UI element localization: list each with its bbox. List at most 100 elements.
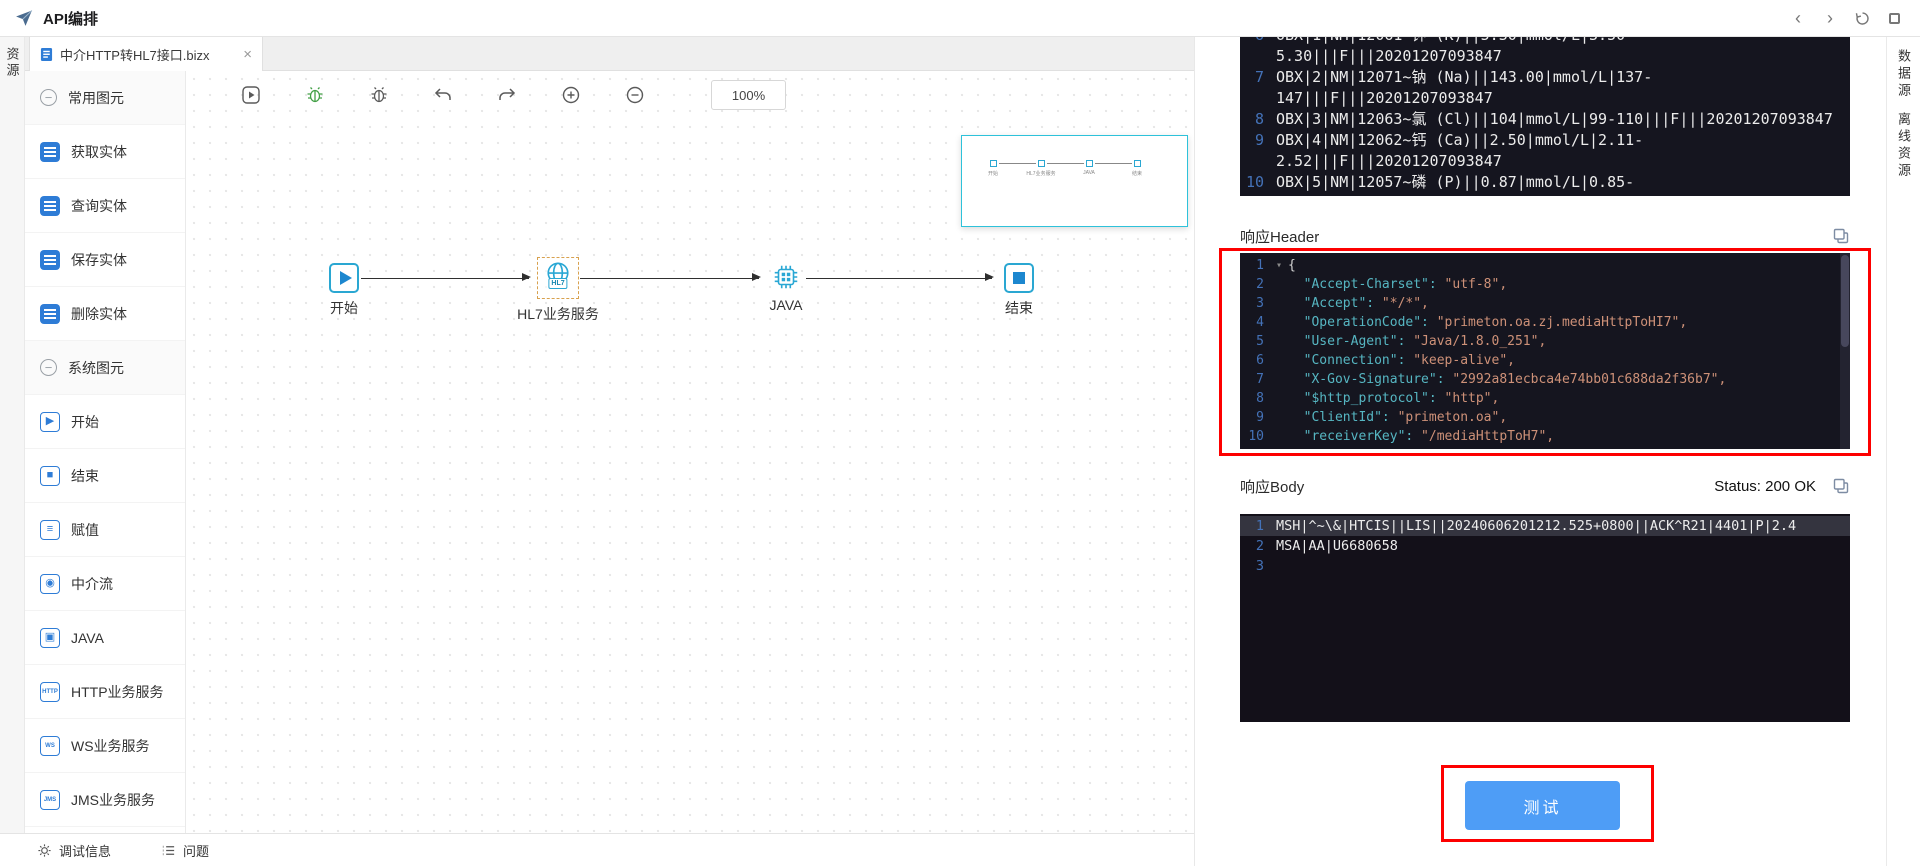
- palette-item[interactable]: 删除实体: [25, 287, 185, 341]
- chevron-right-icon[interactable]: ›: [1818, 6, 1842, 30]
- code-line: 10 "receiverKey": "/mediaHttpToH7",: [1240, 427, 1850, 446]
- app-title: API编排: [43, 8, 98, 29]
- code-line: 147|||F|||20201207093847: [1240, 88, 1850, 109]
- code-line: 9 "ClientId": "primeton.oa",: [1240, 408, 1850, 427]
- minimap-label: 开始: [988, 170, 998, 177]
- code-line: 2 "Accept-Charset": "utf-8",: [1240, 275, 1850, 294]
- palette-item[interactable]: HTTP HTTP业务服务: [25, 665, 185, 719]
- app-logo-icon: [14, 8, 34, 28]
- zoom-out-icon[interactable]: [625, 85, 645, 105]
- response-preview-code[interactable]: 6OBX|1|NM|12061~钾 (K)||5.30|mmol/L|3.50-…: [1240, 37, 1850, 196]
- palette-item-label: 删除实体: [71, 304, 127, 324]
- code-line: 7 "X-Gov-Signature": "2992a81ecbca4e74bb…: [1240, 370, 1850, 389]
- palette-item[interactable]: ◉ 中介流: [25, 557, 185, 611]
- code-line: 7OBX|2|NM|12071~钠 (Na)||143.00|mmol/L|13…: [1240, 67, 1850, 88]
- undo-icon[interactable]: [433, 85, 453, 105]
- code-line: 10OBX|5|NM|12057~磷 (P)||0.87|mmol/L|0.85…: [1240, 172, 1850, 193]
- minimap-node: [1086, 160, 1093, 167]
- problems-button[interactable]: 问题: [161, 841, 209, 860]
- copy-icon[interactable]: [1832, 227, 1850, 245]
- code-line: 11 "Content-Type": "text/html;charset=ut…: [1240, 446, 1850, 449]
- palette-item-label: 赋值: [71, 520, 99, 540]
- response-body-title: 响应Body: [1240, 476, 1304, 497]
- run-icon[interactable]: [241, 85, 261, 105]
- flow-canvas[interactable]: 100% 开始 HL7 HL7业务服务 JAVA 结束 开始 HL7业务服务 J…: [186, 71, 1194, 833]
- node-label: 结束: [1005, 298, 1033, 318]
- right-rail: 数据源 离线资源: [1886, 37, 1920, 866]
- code-line: 1.51|||F|||20201207093847: [1240, 193, 1850, 196]
- palette-item-label: 获取实体: [71, 142, 127, 162]
- palette-item-label: 结束: [71, 466, 99, 486]
- node-hl7-service[interactable]: HL7 HL7业务服务: [498, 257, 618, 324]
- code-line: 9OBX|4|NM|12062~钙 (Ca)||2.50|mmol/L|2.11…: [1240, 130, 1850, 151]
- node-java[interactable]: JAVA: [726, 262, 846, 313]
- debug-info-button[interactable]: 调试信息: [37, 841, 111, 860]
- status-badge: Status: 200 OK: [1714, 478, 1816, 495]
- palette-item-icon: ■: [40, 466, 60, 486]
- palette-item[interactable]: 获取实体: [25, 125, 185, 179]
- hl7-node-icon: HL7: [537, 257, 579, 299]
- right-rail-tab[interactable]: 数据源: [1894, 49, 1913, 100]
- tab-bizx[interactable]: 中介HTTP转HL7接口.bizx ×: [29, 37, 263, 71]
- palette-item-label: 保存实体: [71, 250, 127, 270]
- code-line: 4 "OperationCode": "primeton.oa.zj.media…: [1240, 313, 1850, 332]
- palette-item[interactable]: ▣ JAVA: [25, 611, 185, 665]
- redo-icon[interactable]: [497, 85, 517, 105]
- palette-item-icon: WS: [40, 736, 60, 756]
- palette-item[interactable]: − 系统图元: [25, 341, 185, 395]
- code-line: 6 "Connection": "keep-alive",: [1240, 351, 1850, 370]
- palette-item-label: 开始: [71, 412, 99, 432]
- palette-item-icon: [40, 142, 60, 162]
- minimap-label: 结束: [1132, 170, 1142, 177]
- hl7-badge: HL7: [548, 278, 567, 289]
- response-header-code[interactable]: 1▾{ 2 "Accept-Charset": "utf-8", 3 "Acce…: [1240, 253, 1850, 449]
- window-icon[interactable]: [1882, 6, 1906, 30]
- zoom-in-icon[interactable]: [561, 85, 581, 105]
- response-body-code[interactable]: 1MSH|^~\&|HTCIS||LIS||20240606201212.525…: [1240, 514, 1850, 722]
- palette-item[interactable]: ▶ 开始: [25, 395, 185, 449]
- problems-label: 问题: [183, 841, 209, 860]
- end-node-icon: [1004, 263, 1034, 293]
- tab-close-icon[interactable]: ×: [243, 46, 252, 63]
- node-start[interactable]: 开始: [284, 263, 404, 318]
- test-button[interactable]: 测试: [1465, 781, 1620, 830]
- problems-icon: [161, 843, 176, 858]
- palette-item[interactable]: ≡ 赋值: [25, 503, 185, 557]
- palette-item-label: WS业务服务: [71, 736, 150, 756]
- code-line: 2MSA|AA|U6680658: [1240, 536, 1850, 556]
- scrollbar-thumb[interactable]: [1841, 255, 1849, 347]
- palette-item-label: 查询实体: [71, 196, 127, 216]
- left-rail: 资源: [0, 37, 25, 833]
- copy-icon[interactable]: [1832, 477, 1850, 495]
- step-debug-icon[interactable]: [369, 85, 389, 105]
- palette-item-label: 系统图元: [68, 358, 124, 378]
- node-end[interactable]: 结束: [959, 263, 1079, 318]
- palette-item[interactable]: 保存实体: [25, 233, 185, 287]
- right-rail-tab[interactable]: 离线资源: [1894, 112, 1913, 180]
- code-line: 5 "User-Agent": "Java/1.8.0_251",: [1240, 332, 1850, 351]
- top-bar: API编排 ‹ ›: [0, 0, 1920, 37]
- palette-item-icon: ≡: [40, 520, 60, 540]
- palette-item-icon: −: [40, 359, 57, 376]
- response-panel: 6OBX|1|NM|12061~钾 (K)||5.30|mmol/L|3.50-…: [1194, 37, 1886, 866]
- minimap-node: [1038, 160, 1045, 167]
- response-header-title: 响应Header: [1240, 226, 1319, 247]
- debug-info-label: 调试信息: [59, 841, 111, 860]
- history-icon[interactable]: [1850, 6, 1874, 30]
- resources-tab[interactable]: 资源: [3, 47, 22, 833]
- zoom-level[interactable]: 100%: [711, 80, 786, 110]
- palette-item[interactable]: JMS JMS业务服务: [25, 773, 185, 827]
- chevron-left-icon[interactable]: ‹: [1786, 6, 1810, 30]
- code-line: 8 "$http_protocol": "http",: [1240, 389, 1850, 408]
- minimap[interactable]: 开始 HL7业务服务 JAVA 结束: [961, 135, 1188, 227]
- response-header-row: 响应Header: [1240, 225, 1850, 247]
- palette-item[interactable]: 查询实体: [25, 179, 185, 233]
- node-label: HL7业务服务: [517, 304, 599, 324]
- palette-item[interactable]: WS WS业务服务: [25, 719, 185, 773]
- scrollbar[interactable]: [1840, 253, 1850, 449]
- palette-item-icon: ▶: [40, 412, 60, 432]
- palette-item[interactable]: − 常用图元: [25, 71, 185, 125]
- debug-icon[interactable]: [305, 85, 325, 105]
- response-body-row: 响应Body Status: 200 OK: [1240, 474, 1850, 498]
- palette-item[interactable]: ■ 结束: [25, 449, 185, 503]
